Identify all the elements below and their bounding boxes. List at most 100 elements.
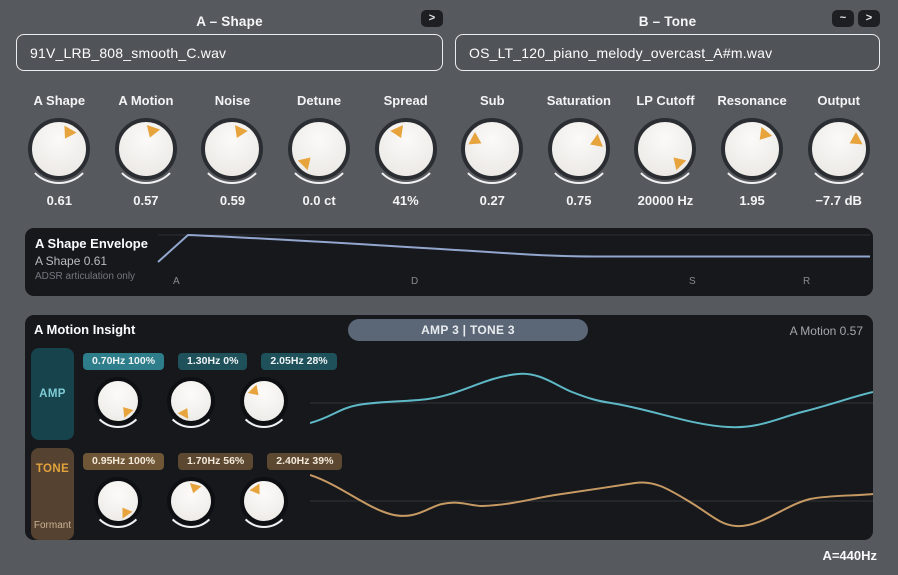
lfo-knob-dial[interactable]	[94, 477, 142, 525]
knob-pointer-icon	[469, 132, 485, 150]
stage-label-release: R	[803, 276, 810, 287]
envelope-title: A Shape Envelope	[35, 236, 148, 251]
macro-knob-cell: Noise 0.59	[189, 93, 276, 208]
tab-amp[interactable]: AMP	[31, 348, 74, 440]
tone-lfo-badge-1[interactable]: 0.95Hz 100%	[83, 453, 164, 470]
knob-pointer-icon	[754, 127, 772, 144]
deck-b-next-button[interactable]: >	[858, 10, 880, 27]
knob-value: 20000 Hz	[622, 193, 709, 208]
deck-b: B – Tone ~ > OS_LT_120_piano_melody_over…	[455, 10, 880, 71]
amp-lfo-badge-2[interactable]: 1.30Hz 0%	[178, 353, 247, 370]
knob-value: 0.59	[189, 193, 276, 208]
envelope-curve	[158, 235, 870, 262]
knob-dial[interactable]	[461, 118, 523, 180]
amp-lfo-badge-1[interactable]: 0.70Hz 100%	[83, 353, 164, 370]
macro-knob-cell: Detune 0.0 ct	[276, 93, 363, 208]
knob-dial[interactable]	[548, 118, 610, 180]
stage-label-attack: A	[173, 276, 180, 287]
knob-pointer-icon	[187, 483, 201, 495]
deck-b-file-name: OS_LT_120_piano_melody_overcast_A#m.wav	[469, 45, 772, 61]
knob-value: −7.7 dB	[795, 193, 882, 208]
knob-dial[interactable]	[375, 118, 437, 180]
envelope-note: ADSR articulation only	[35, 271, 135, 282]
knob-label: A Motion	[103, 93, 190, 108]
plugin-window: A – Shape > 91V_LRB_808_smooth_C.wav B –…	[0, 0, 898, 575]
lfo-knob-dial[interactable]	[167, 477, 215, 525]
knob-dial[interactable]	[721, 118, 783, 180]
knob-pointer-rotor	[164, 374, 218, 428]
tone-tab-label: TONE	[36, 463, 69, 475]
knob-pointer-rotor	[370, 113, 441, 184]
deck-b-random-button[interactable]: ~	[832, 10, 854, 27]
knob-value: 0.0 ct	[276, 193, 363, 208]
lfo-knob-dial[interactable]	[94, 377, 142, 425]
knob-pointer-icon	[231, 125, 248, 141]
deck-b-title: B – Tone	[639, 14, 697, 29]
macro-knob-cell: A Shape 0.61	[16, 93, 103, 208]
knob-pointer-icon	[59, 126, 77, 143]
knob-pointer-rotor	[90, 473, 146, 529]
insight-title: A Motion Insight	[34, 322, 135, 337]
knob-dial[interactable]	[28, 118, 90, 180]
deck-b-file-field[interactable]: OS_LT_120_piano_melody_overcast_A#m.wav	[455, 34, 880, 71]
macro-knob-cell: Output −7.7 dB	[795, 93, 882, 208]
knob-value: 0.75	[536, 193, 623, 208]
macro-knob-cell: Spread 41%	[362, 93, 449, 208]
deck-a-file-field[interactable]: 91V_LRB_808_smooth_C.wav	[16, 34, 443, 71]
amp-tone-mode-pill[interactable]: AMP 3 | TONE 3	[348, 319, 588, 341]
stage-label-sustain: S	[689, 276, 696, 287]
deck-a-next-button[interactable]: >	[421, 10, 443, 27]
macro-knob-cell: Saturation 0.75	[536, 93, 623, 208]
knob-label: Sub	[449, 93, 536, 108]
knob-dial[interactable]	[201, 118, 263, 180]
knob-label: Detune	[276, 93, 363, 108]
lfo-knob-dial[interactable]	[240, 477, 288, 525]
deck-a: A – Shape > 91V_LRB_808_smooth_C.wav	[16, 10, 443, 71]
amp-lfo-badges: 0.70Hz 100% 1.30Hz 0% 2.05Hz 28%	[83, 353, 337, 370]
knob-value: 41%	[362, 193, 449, 208]
knob-pointer-icon	[119, 403, 134, 418]
tab-tone[interactable]: TONE Formant	[31, 448, 74, 540]
knob-label: A Shape	[16, 93, 103, 108]
knob-dial[interactable]	[808, 118, 870, 180]
tone-lfo-badge-2[interactable]: 1.70Hz 56%	[178, 453, 253, 470]
knob-pointer-icon	[846, 132, 862, 150]
knob-pointer-rotor	[802, 112, 875, 185]
macro-knob-cell: A Motion 0.57	[103, 93, 190, 208]
knob-pointer-icon	[250, 484, 265, 498]
knob-pointer-rotor	[236, 473, 292, 529]
knob-pointer-icon	[669, 153, 687, 171]
knob-pointer-rotor	[627, 111, 703, 187]
knob-label: Spread	[362, 93, 449, 108]
tone-lfo-badges: 0.95Hz 100% 1.70Hz 56% 2.40Hz 39%	[83, 453, 342, 470]
macro-knob-cell: Sub 0.27	[449, 93, 536, 208]
shape-envelope-panel: A Shape Envelope A Shape 0.61 ADSR artic…	[25, 228, 873, 296]
lfo-knob-dial[interactable]	[167, 377, 215, 425]
knob-pointer-rotor	[22, 112, 96, 186]
knob-dial[interactable]	[115, 118, 177, 180]
envelope-plot	[25, 228, 873, 296]
knob-pointer-icon	[587, 134, 602, 151]
amp-tab-label: AMP	[39, 388, 66, 400]
knob-pointer-icon	[298, 153, 316, 171]
knob-pointer-icon	[178, 405, 193, 419]
knob-pointer-icon	[390, 125, 407, 141]
tone-motion-waveform	[310, 450, 873, 545]
deck-a-title: A – Shape	[196, 14, 263, 29]
knob-dial[interactable]	[634, 118, 696, 180]
knob-pointer-rotor	[166, 476, 215, 525]
knob-dial[interactable]	[288, 118, 350, 180]
tone-lfo-knobs	[94, 477, 288, 525]
amp-lfo-knobs	[94, 377, 288, 425]
knob-label: Resonance	[709, 93, 796, 108]
knob-value: 0.27	[449, 193, 536, 208]
knob-value: 0.61	[16, 193, 103, 208]
knob-pointer-icon	[117, 504, 132, 518]
knob-pointer-icon	[143, 125, 160, 140]
knob-value: 1.95	[709, 193, 796, 208]
lfo-knob-dial[interactable]	[240, 377, 288, 425]
motion-insight-panel: A Motion Insight AMP 3 | TONE 3 A Motion…	[25, 315, 873, 540]
tone-tab-sub-label: Formant	[34, 520, 71, 531]
amp-wave-curve	[310, 374, 873, 427]
knob-label: LP Cutoff	[622, 93, 709, 108]
